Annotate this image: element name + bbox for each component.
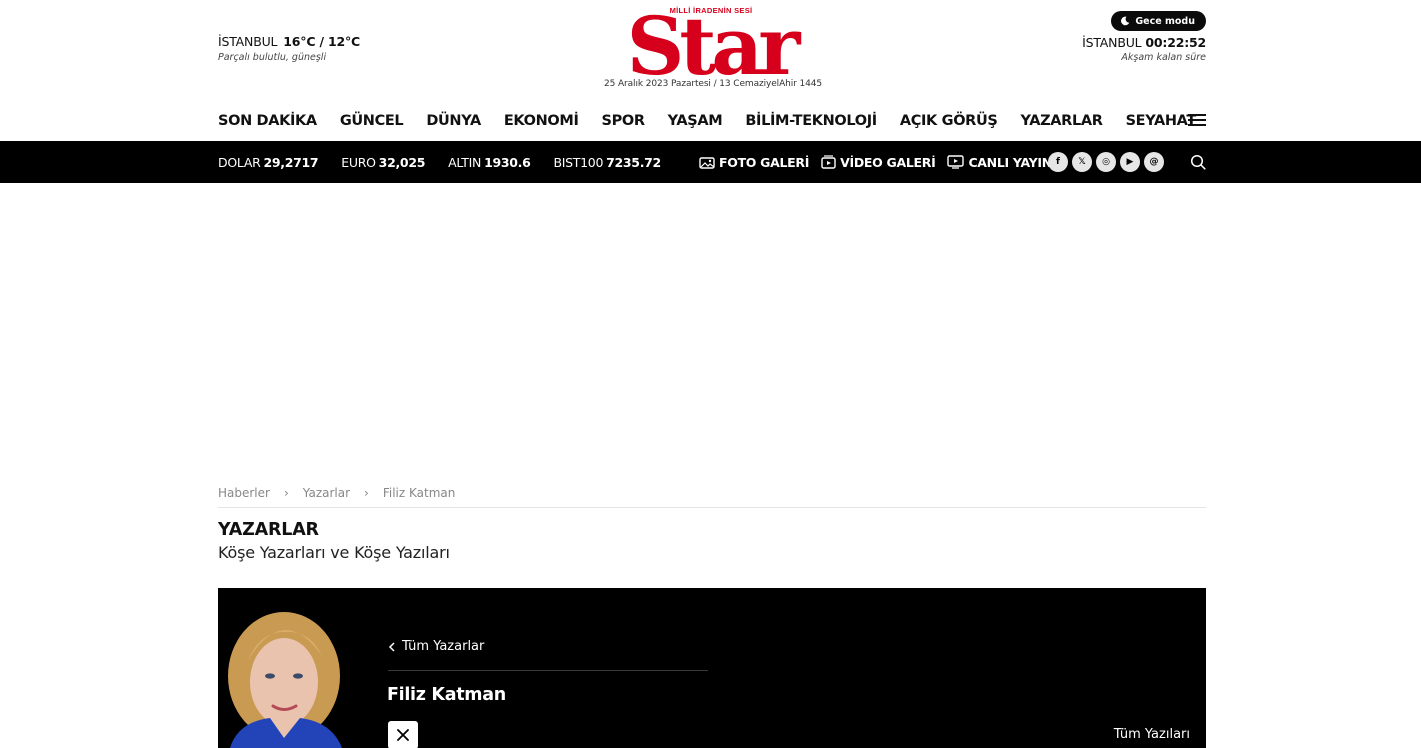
search-button[interactable] (1190, 154, 1206, 174)
live-stream-link[interactable]: CANLI YAYIN (947, 154, 1052, 170)
nav-acik-gorus[interactable]: AÇIK GÖRÜŞ (900, 113, 998, 129)
night-mode-label: Gece modu (1135, 15, 1195, 27)
weather-widget: İSTANBUL 16°C / 12°C Parçalı bulutlu, gün… (218, 34, 360, 63)
iftar-city: İSTANBUL (1082, 35, 1142, 50)
weather-desc: Parçalı bulutlu, güneşli (218, 52, 327, 63)
weather-city: İSTANBUL (218, 34, 278, 49)
logo-wordmark: Star (627, 0, 802, 80)
all-authors-link[interactable]: Tüm Yazarlar (388, 639, 484, 654)
date-line: 25 Aralık 2023 Pazartesi / 13 CemaziyelA… (603, 79, 823, 89)
breadcrumb-current: Filiz Katman (382, 486, 456, 500)
market-label: EURO (341, 154, 376, 170)
author-x-button[interactable] (388, 721, 418, 748)
nav-guncel[interactable]: GÜNCEL (340, 113, 404, 129)
main-nav: SON DAKİKA GÜNCEL DÜNYA EKONOMİ SPOR YAŞ… (218, 100, 1206, 141)
market-value: 1930.6 (484, 154, 531, 170)
hamburger-icon[interactable] (1188, 114, 1206, 127)
nav-yasam[interactable]: YAŞAM (668, 113, 723, 129)
photo-gallery-link[interactable]: FOTO GALERİ (699, 155, 809, 170)
nav-bilim-teknoloji[interactable]: BİLİM-TEKNOLOJİ (745, 113, 877, 129)
author-box-divider (388, 670, 708, 671)
breadcrumb: Haberler › Yazarlar › Filiz Katman (218, 486, 1206, 500)
site-logo[interactable]: MİLLİ İRADENİN SESİ Star (614, 0, 808, 80)
author-box: Tüm Yazarlar Filiz Katman Tüm Yazıları (218, 588, 1206, 748)
photo-gallery-icon (699, 156, 715, 169)
media-links: FOTO GALERİ VİDEO GALERİ CANLI YAYIN (699, 141, 1064, 183)
market-euro[interactable]: EURO 32,025 (341, 155, 425, 170)
moon-icon (1121, 16, 1130, 26)
market-dolar[interactable]: DOLAR 29,2717 (218, 154, 319, 170)
all-posts-link[interactable]: Tüm Yazıları (1114, 727, 1190, 742)
breadcrumb-yazarlar[interactable]: Yazarlar (303, 486, 350, 500)
chevron-left-icon (388, 641, 395, 652)
tv-icon (947, 155, 965, 169)
site-header: İSTANBUL 16°C / 12°C Parçalı bulutlu, gün… (218, 0, 1206, 100)
search-icon (1190, 154, 1206, 170)
market-value: 7235.72 (606, 154, 661, 170)
section-title: YAZARLAR (218, 520, 319, 540)
market-value: 32,025 (378, 154, 426, 170)
breadcrumb-separator: › (283, 486, 289, 500)
weather-line: İSTANBUL 16°C / 12°C (218, 34, 360, 49)
author-name: Filiz Katman (387, 685, 506, 705)
breadcrumb-haberler[interactable]: Haberler (218, 486, 270, 500)
iftar-time: 00:22:52 (1145, 35, 1206, 50)
nav-son-dakika[interactable]: SON DAKİKA (218, 113, 317, 129)
nav-dunya[interactable]: DÜNYA (426, 113, 481, 129)
nav-spor[interactable]: SPOR (602, 113, 646, 129)
section-subtitle: Köşe Yazarları ve Köşe Yazıları (218, 543, 450, 562)
iftar-label: Akşam kalan süre (1121, 52, 1206, 63)
nav-ekonomi[interactable]: EKONOMİ (504, 113, 579, 129)
market-label: BIST100 (553, 154, 604, 170)
all-authors-label: Tüm Yazarlar (402, 639, 485, 654)
breadcrumb-separator: › (364, 486, 369, 500)
youtube-icon[interactable]: ▶ (1120, 152, 1140, 172)
video-gallery-icon (821, 155, 836, 169)
market-altin[interactable]: ALTIN 1930.6 (448, 154, 531, 170)
market-label: ALTIN (448, 154, 482, 170)
author-photo (228, 612, 342, 748)
market-label: DOLAR (218, 154, 261, 170)
star-logo-graphic: MİLLİ İRADENİN SESİ Star (627, 0, 807, 80)
nav-seyahat[interactable]: SEYAHAT (1126, 113, 1197, 129)
x-icon (397, 729, 409, 741)
breadcrumb-divider (218, 507, 1206, 508)
facebook-icon[interactable]: f (1048, 152, 1068, 172)
market-value: 29,2717 (263, 154, 319, 170)
market-ticker: DOLAR 29,2717 EURO 32,025 ALTIN 1930.6 BIST… (218, 141, 684, 183)
live-stream-label: CANLI YAYIN (968, 154, 1052, 170)
header-right: Gece modu İSTANBUL 00:22:52 Akşam kalan s… (1082, 11, 1206, 63)
x-icon[interactable]: 𝕏 (1072, 152, 1092, 172)
weather-temps: 16°C / 12°C (283, 34, 360, 49)
video-gallery-label: VİDEO GALERİ (840, 154, 936, 170)
market-media-bar: DOLAR 29,2717 EURO 32,025 ALTIN 1930.6 BIST… (0, 141, 1421, 183)
instagram-icon[interactable]: ◎ (1096, 152, 1116, 172)
video-gallery-link[interactable]: VİDEO GALERİ (821, 154, 936, 170)
iftar-countdown: İSTANBUL 00:22:52 (1082, 35, 1206, 50)
nav-yazarlar[interactable]: YAZARLAR (1021, 113, 1103, 129)
social-links: f 𝕏 ◎ ▶ @ (1048, 152, 1164, 172)
threads-icon[interactable]: @ (1144, 152, 1164, 172)
photo-gallery-label: FOTO GALERİ (719, 154, 810, 170)
night-mode-button[interactable]: Gece modu (1111, 11, 1206, 31)
market-bist100[interactable]: BIST100 7235.72 (553, 154, 662, 170)
